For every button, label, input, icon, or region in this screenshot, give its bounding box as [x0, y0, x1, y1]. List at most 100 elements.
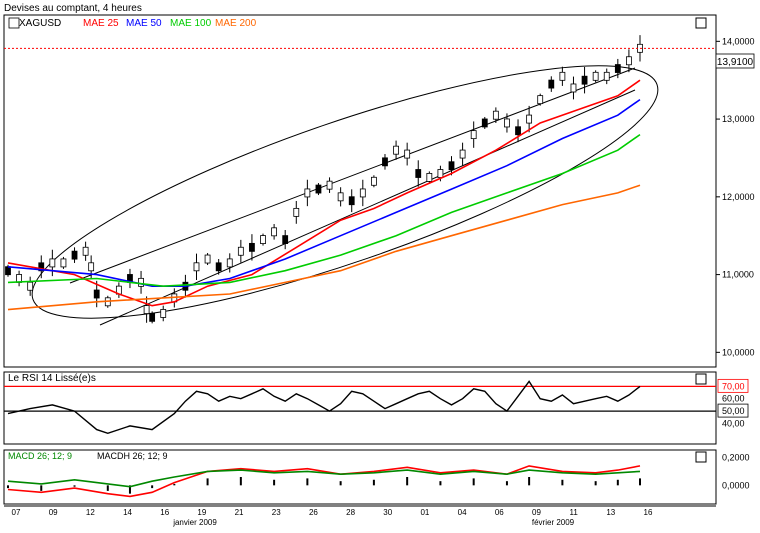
macd-tick-label: 0,2000 — [722, 453, 750, 463]
rsi-label[interactable]: Le RSI 14 Lissé(e)s — [8, 373, 96, 384]
x-tick-label: 21 — [235, 508, 244, 517]
candle-body — [603, 71, 610, 81]
candle-body — [60, 258, 67, 268]
x-tick-label: 16 — [160, 508, 169, 517]
candle-body — [448, 161, 455, 171]
symbol-icon[interactable] — [8, 17, 20, 29]
symbol-label[interactable]: XAGUSD — [19, 18, 61, 29]
candle-body — [393, 145, 399, 155]
candle-body — [537, 95, 544, 105]
y-tick-label: 12,0000 — [722, 192, 755, 202]
x-tick-label: 09 — [532, 508, 541, 517]
candle-body — [93, 289, 100, 299]
price-marker-label: 13,9100 — [717, 57, 754, 68]
x-month-label: février 2009 — [532, 518, 575, 527]
x-tick-label: 14 — [123, 508, 132, 517]
candle-body — [626, 56, 632, 66]
macd-tick-label: 0,0000 — [722, 480, 750, 490]
candle-body — [370, 176, 377, 186]
candle-body — [481, 118, 488, 128]
candle-body — [143, 305, 150, 314]
candle-body — [570, 83, 577, 93]
legend-mae200[interactable]: MAE 200 — [215, 18, 257, 29]
candle-body — [382, 157, 388, 167]
y-tick-label: 11,0000 — [722, 270, 754, 280]
candle-body — [27, 281, 34, 291]
candle-body — [49, 258, 56, 268]
candle-body — [160, 309, 167, 318]
x-tick-label: 16 — [644, 508, 653, 517]
candle-body — [348, 196, 355, 206]
candle-body — [426, 172, 433, 182]
rsi-close-icon[interactable] — [695, 373, 707, 385]
candle-body — [260, 235, 266, 244]
candle-body — [71, 250, 78, 260]
x-tick-label: 04 — [458, 508, 467, 517]
x-tick-label: 06 — [495, 508, 504, 517]
candle-body — [526, 114, 533, 124]
candle-body — [359, 188, 366, 198]
x-tick-label: 19 — [197, 508, 206, 517]
candle-body — [226, 258, 233, 268]
candle-body — [315, 184, 322, 194]
candle-body — [614, 64, 621, 73]
y-tick-label: 13,0000 — [722, 114, 755, 124]
x-tick-label: 01 — [420, 508, 429, 517]
main-close-icon[interactable] — [695, 17, 707, 29]
x-tick-label: 23 — [272, 508, 281, 517]
y-tick-label: 14,0000 — [722, 36, 755, 46]
candle-body — [559, 71, 566, 81]
candle-body — [504, 118, 510, 128]
candle-body — [193, 262, 200, 272]
x-month-label: janvier 2009 — [172, 518, 217, 527]
x-tick-label: 11 — [569, 508, 578, 517]
candle-body — [293, 207, 300, 217]
candle-body — [82, 246, 89, 256]
candle-body — [204, 254, 211, 264]
candle-body — [337, 192, 344, 202]
x-tick-label: 07 — [12, 508, 21, 517]
macd-label[interactable]: MACD 26; 12; 9 — [8, 451, 72, 461]
x-tick-label: 30 — [383, 508, 392, 517]
x-tick-label: 09 — [49, 508, 58, 517]
x-tick-label: 28 — [346, 508, 355, 517]
chart-window: Devises au comptant, 4 heures XAGUSD MAE… — [0, 0, 760, 528]
candle-body — [215, 262, 222, 272]
candle-body — [149, 312, 156, 322]
candle-body — [88, 262, 95, 272]
candle-body — [459, 149, 466, 159]
candle-body — [326, 180, 333, 190]
legend-mae100[interactable]: MAE 100 — [170, 18, 212, 29]
rsi-ref-label: 70,00 — [722, 381, 745, 391]
candle-body — [470, 130, 477, 140]
x-tick-label: 13 — [606, 508, 615, 517]
candle-body — [5, 266, 11, 276]
candle-body — [282, 235, 289, 244]
candle-body — [492, 110, 499, 120]
x-tick-label: 12 — [86, 508, 95, 517]
candle-body — [249, 242, 255, 252]
candle-body — [548, 79, 555, 89]
legend-mae25[interactable]: MAE 25 — [83, 18, 119, 29]
candle-body — [437, 169, 444, 178]
background — [0, 0, 760, 528]
candle-body — [271, 227, 278, 237]
candle-body — [138, 277, 144, 287]
x-tick-label: 26 — [309, 508, 318, 517]
candle-body — [581, 75, 588, 85]
rsi-tick-label: 60,00 — [722, 394, 745, 404]
candle-body — [592, 71, 599, 81]
candle-body — [415, 169, 422, 178]
chart-svg: Devises au comptant, 4 heures XAGUSD MAE… — [0, 0, 760, 528]
candle-body — [404, 149, 411, 159]
legend-mae50[interactable]: MAE 50 — [126, 18, 162, 29]
rsi-ref-label: 50,00 — [722, 406, 745, 416]
candle-body — [304, 188, 311, 198]
rsi-tick-label: 40,00 — [722, 418, 745, 428]
macdh-label[interactable]: MACDH 26; 12; 9 — [97, 451, 168, 461]
y-tick-label: 10,0000 — [722, 347, 755, 357]
window-title: Devises au comptant, 4 heures — [4, 3, 142, 14]
candle-body — [515, 126, 521, 136]
candle-body — [237, 246, 244, 256]
macd-close-icon[interactable] — [695, 451, 707, 463]
